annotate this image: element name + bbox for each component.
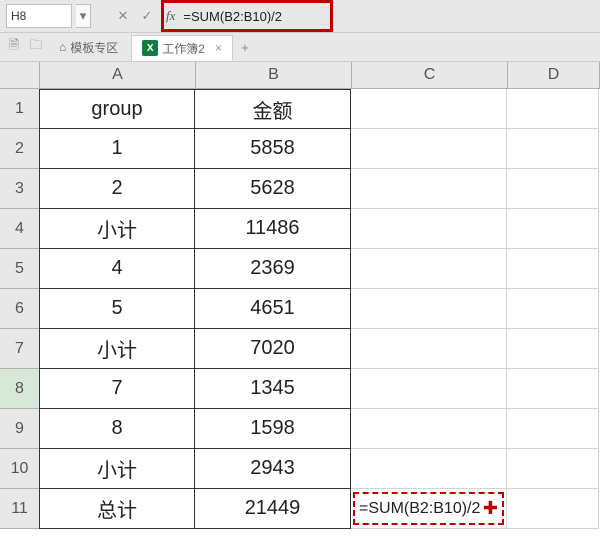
formula-overlay: =SUM(B2:B10)/2 ✚	[353, 492, 504, 525]
row-header[interactable]: 5	[0, 249, 40, 289]
cell-C3[interactable]	[351, 169, 507, 209]
name-box-dropdown-icon[interactable]: ▾	[76, 4, 91, 28]
cell-B2[interactable]: 5858	[195, 129, 351, 169]
new-tab-icon[interactable]: +	[235, 37, 255, 57]
formula-input[interactable]: =SUM(B2:B10)/2	[183, 9, 282, 24]
home-icon: ⌂	[59, 40, 66, 54]
row-header[interactable]: 1	[0, 89, 40, 129]
cell-C9[interactable]	[351, 409, 507, 449]
row-header[interactable]: 4	[0, 209, 40, 249]
cell-C1[interactable]	[351, 89, 507, 129]
excel-icon: X	[142, 40, 158, 56]
cell-A10[interactable]: 小计	[39, 449, 195, 489]
cell-D6[interactable]	[507, 289, 599, 329]
name-box[interactable]: H8	[6, 4, 72, 28]
cell-D2[interactable]	[507, 129, 599, 169]
cell-D9[interactable]	[507, 409, 599, 449]
cell-A6[interactable]: 5	[39, 289, 195, 329]
cell-B10[interactable]: 2943	[195, 449, 351, 489]
select-all-corner[interactable]	[0, 62, 40, 88]
row-header[interactable]: 2	[0, 129, 40, 169]
cell-B4[interactable]: 11486	[195, 209, 351, 249]
cell-C6[interactable]	[351, 289, 507, 329]
tab-label: 工作簿2	[162, 40, 205, 57]
cell-B8[interactable]: 1345	[195, 369, 351, 409]
cell-D7[interactable]	[507, 329, 599, 369]
tab-workbook[interactable]: X 工作簿2 ×	[131, 35, 233, 61]
cell-A8[interactable]: 7	[39, 369, 195, 409]
col-header-B[interactable]: B	[196, 62, 352, 88]
cell-C8[interactable]	[351, 369, 507, 409]
tab-template-area[interactable]: ⌂ 模板专区	[48, 34, 129, 60]
fx-icon[interactable]: fx	[166, 8, 175, 24]
cell-B11[interactable]: 21449	[195, 489, 351, 529]
cell-D3[interactable]	[507, 169, 599, 209]
folder-icon[interactable]: 🗀	[26, 37, 46, 57]
col-header-D[interactable]: D	[508, 62, 600, 88]
row-header[interactable]: 6	[0, 289, 40, 329]
row-header[interactable]: 7	[0, 329, 40, 369]
row-header[interactable]: 11	[0, 489, 40, 529]
tab-bar: 🗎 🗀 ⌂ 模板专区 X 工作簿2 × +	[0, 33, 600, 62]
row-header[interactable]: 8	[0, 369, 40, 409]
cell-C2[interactable]	[351, 129, 507, 169]
cell-B6[interactable]: 4651	[195, 289, 351, 329]
cell-A5[interactable]: 4	[39, 249, 195, 289]
cancel-icon[interactable]: ✕	[113, 5, 133, 27]
cell-A11[interactable]: 总计	[39, 489, 195, 529]
cell-B9[interactable]: 1598	[195, 409, 351, 449]
column-headers: A B C D	[0, 62, 600, 89]
cell-C10[interactable]	[351, 449, 507, 489]
cell-D10[interactable]	[507, 449, 599, 489]
cell-C4[interactable]	[351, 209, 507, 249]
cell-D4[interactable]	[507, 209, 599, 249]
cell-A2[interactable]: 1	[39, 129, 195, 169]
cell-D5[interactable]	[507, 249, 599, 289]
row-header[interactable]: 3	[0, 169, 40, 209]
col-header-A[interactable]: A	[40, 62, 196, 88]
cell-C5[interactable]	[351, 249, 507, 289]
col-header-C[interactable]: C	[352, 62, 508, 88]
cell-A3[interactable]: 2	[39, 169, 195, 209]
cell-C7[interactable]	[351, 329, 507, 369]
cursor-icon: ✚	[483, 498, 498, 519]
accept-icon[interactable]: ✓	[137, 5, 157, 27]
file-icon[interactable]: 🗎	[4, 37, 24, 57]
cell-B3[interactable]: 5628	[195, 169, 351, 209]
cell-B5[interactable]: 2369	[195, 249, 351, 289]
tab-label: 模板专区	[70, 39, 118, 56]
overlay-formula-text: =SUM(B2:B10)/2	[359, 500, 480, 518]
cell-A9[interactable]: 8	[39, 409, 195, 449]
cell-A1[interactable]: group	[39, 89, 195, 129]
cell-A4[interactable]: 小计	[39, 209, 195, 249]
row-header[interactable]: 10	[0, 449, 40, 489]
row-header[interactable]: 9	[0, 409, 40, 449]
close-tab-icon[interactable]: ×	[215, 41, 222, 55]
cell-D11[interactable]	[507, 489, 599, 529]
cell-D1[interactable]	[507, 89, 599, 129]
cell-A7[interactable]: 小计	[39, 329, 195, 369]
cell-D8[interactable]	[507, 369, 599, 409]
grid-body: 1 group 金额 2 1 5858 3 2 5628 4 小计 11486	[0, 89, 600, 542]
spreadsheet: A B C D 1 group 金额 2 1 5858 3 2 5628 4	[0, 62, 600, 542]
formula-input-highlight: fx =SUM(B2:B10)/2	[161, 0, 333, 32]
formula-bar: H8 ▾ ✕ ✓ fx =SUM(B2:B10)/2	[0, 0, 600, 33]
cell-B7[interactable]: 7020	[195, 329, 351, 369]
cell-B1[interactable]: 金额	[195, 89, 351, 129]
cell-C11[interactable]: =SUM(B2:B10)/2 ✚	[351, 489, 507, 529]
